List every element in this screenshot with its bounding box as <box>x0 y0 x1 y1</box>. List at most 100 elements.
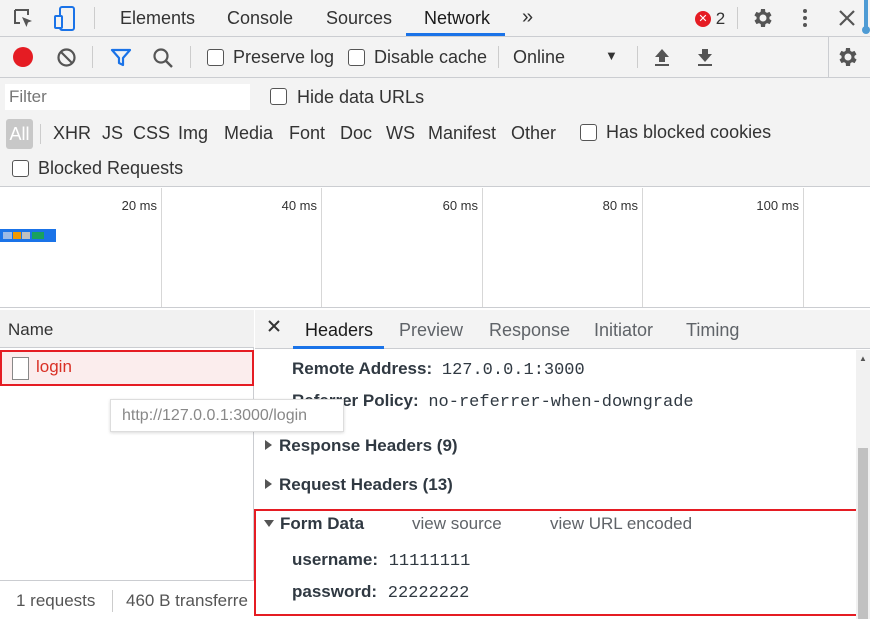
expand-triangle-icon <box>265 440 272 450</box>
device-toolbar-icon[interactable] <box>53 6 77 37</box>
toolbar-divider <box>828 37 829 77</box>
response-headers-section[interactable]: Response Headers (9) <box>265 436 458 456</box>
timeline-gridline <box>161 188 162 307</box>
clear-icon[interactable] <box>56 47 77 73</box>
request-count: 1 requests <box>16 591 96 610</box>
filter-type-js[interactable]: JS <box>102 123 123 144</box>
timeline-gridline <box>803 188 804 307</box>
transferred-size: 460 B transferre <box>126 591 248 610</box>
blocked-requests-label: Blocked Requests <box>38 158 184 178</box>
tab-network[interactable]: Network <box>424 0 490 36</box>
name-column-label: Name <box>8 320 54 339</box>
error-icon: ✕ <box>695 11 711 27</box>
tab-preview[interactable]: Preview <box>399 320 463 341</box>
timeline-tick-label: 60 ms <box>442 198 478 213</box>
request-list: Name login 1 requests 460 B transferre <box>0 310 254 619</box>
more-options-icon[interactable] <box>798 7 812 34</box>
filter-divider <box>40 124 41 144</box>
status-divider <box>112 590 113 612</box>
close-devtools-icon[interactable] <box>836 7 858 34</box>
request-row-login[interactable]: login <box>0 350 254 386</box>
tab-response[interactable]: Response <box>489 320 570 341</box>
detail-scrollbar[interactable]: ▲ <box>856 350 870 619</box>
filter-funnel-icon[interactable] <box>110 48 132 73</box>
throttling-value: Online <box>513 47 566 67</box>
network-toolbar: Preserve log Disable cache Online ▼ <box>0 37 870 78</box>
url-tooltip: http://127.0.0.1:3000/login <box>110 399 344 432</box>
remote-address-value: 127.0.0.1:3000 <box>441 361 585 380</box>
export-har-download-icon[interactable] <box>696 47 714 72</box>
more-tabs-chevron-icon[interactable]: » <box>522 6 533 29</box>
toolbar-divider <box>190 46 191 68</box>
request-headers-title: Request Headers (13) <box>279 475 453 494</box>
error-count-badge[interactable]: ✕ 2 <box>695 9 725 29</box>
toolbar-divider <box>737 7 738 29</box>
blocked-requests-checkbox[interactable] <box>12 160 29 177</box>
tab-elements[interactable]: Elements <box>120 0 195 36</box>
response-headers-title: Response Headers (9) <box>279 436 458 455</box>
filter-input[interactable] <box>5 84 250 110</box>
color-swatch-edge <box>862 0 870 42</box>
has-blocked-cookies-label: Has blocked cookies <box>606 122 772 142</box>
preserve-log-label: Preserve log <box>233 47 335 67</box>
request-waterfall-bar <box>0 229 56 242</box>
devtools-tab-bar: Elements Console Sources Network » ✕ 2 <box>0 0 870 37</box>
filter-type-all[interactable]: All <box>6 119 33 149</box>
timeline-tick-label: 40 ms <box>281 198 317 213</box>
filter-type-xhr[interactable]: XHR <box>53 123 91 144</box>
error-count: 2 <box>715 9 726 28</box>
filter-type-manifest[interactable]: Manifest <box>428 123 496 144</box>
filter-type-ws[interactable]: WS <box>386 123 415 144</box>
toolbar-divider <box>92 46 93 68</box>
filter-type-media[interactable]: Media <box>224 123 273 144</box>
timeline-gridline <box>642 188 643 307</box>
remote-address-row: Remote Address: 127.0.0.1:3000 <box>292 359 585 380</box>
has-blocked-cookies-checkbox[interactable] <box>580 124 597 141</box>
tab-sources[interactable]: Sources <box>326 0 392 36</box>
filter-type-font[interactable]: Font <box>289 123 325 144</box>
tab-headers[interactable]: Headers <box>305 320 373 341</box>
filter-type-doc[interactable]: Doc <box>340 123 372 144</box>
filter-type-other[interactable]: Other <box>511 123 556 144</box>
active-tab-indicator <box>406 33 505 36</box>
hide-data-urls-label: Hide data URLs <box>297 87 425 107</box>
disable-cache-checkbox[interactable] <box>348 49 365 66</box>
toolbar-divider <box>498 46 499 68</box>
tab-console[interactable]: Console <box>227 0 293 36</box>
remote-address-key: Remote Address: <box>292 359 433 378</box>
toolbar-divider <box>94 7 95 29</box>
timeline-gridline <box>482 188 483 307</box>
request-name: login <box>36 357 72 376</box>
hide-data-urls-checkbox[interactable] <box>270 88 287 105</box>
record-button-icon[interactable] <box>13 47 33 67</box>
filter-type-img[interactable]: Img <box>178 123 208 144</box>
timeline-overview[interactable]: 20 ms 40 ms 60 ms 80 ms 100 ms <box>0 188 870 308</box>
filter-type-css[interactable]: CSS <box>133 123 170 144</box>
scrollbar-thumb[interactable] <box>858 448 868 619</box>
network-settings-gear-icon[interactable] <box>836 45 860 74</box>
timeline-tick-label: 20 ms <box>121 198 157 213</box>
active-detail-tab-indicator <box>293 346 384 349</box>
tab-timing[interactable]: Timing <box>686 320 739 341</box>
request-headers-section[interactable]: Request Headers (13) <box>265 475 453 495</box>
network-status-bar: 1 requests 460 B transferre <box>0 580 254 619</box>
search-icon[interactable] <box>152 47 174 74</box>
inspect-element-icon[interactable] <box>13 8 35 35</box>
timeline-tick-label: 80 ms <box>602 198 638 213</box>
tab-initiator[interactable]: Initiator <box>594 320 653 341</box>
expand-triangle-icon <box>265 479 272 489</box>
name-column-header[interactable]: Name <box>0 310 254 348</box>
filter-bar: Hide data URLs All XHR JS CSS Img Media … <box>0 78 870 187</box>
throttling-select[interactable]: Online ▼ <box>505 42 628 72</box>
settings-gear-icon[interactable] <box>751 6 775 35</box>
import-har-upload-icon[interactable] <box>653 47 671 72</box>
chevron-down-icon: ▼ <box>605 48 618 63</box>
toolbar-divider <box>637 46 638 68</box>
close-detail-icon[interactable] <box>267 318 281 338</box>
disable-cache-label: Disable cache <box>374 47 488 67</box>
referrer-policy-value: no-referrer-when-downgrade <box>428 393 694 412</box>
form-data-highlight-box <box>254 509 860 616</box>
preserve-log-checkbox[interactable] <box>207 49 224 66</box>
scroll-up-arrow-icon[interactable]: ▲ <box>859 354 867 363</box>
detail-tab-bar: Headers Preview Response Initiator Timin… <box>255 310 870 349</box>
